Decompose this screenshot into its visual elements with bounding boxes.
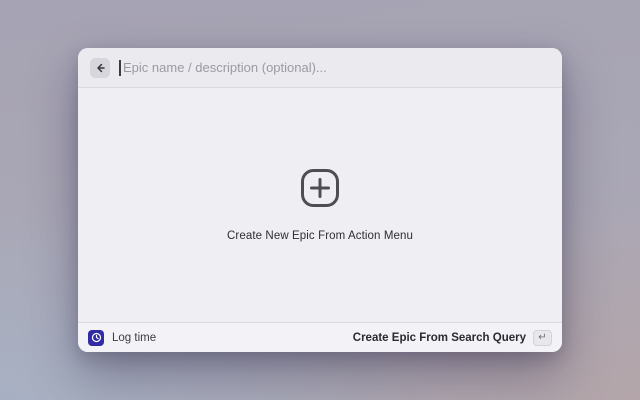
dialog-header — [78, 48, 562, 88]
dialog-footer: Log time Create Epic From Search Query ↵ — [78, 322, 562, 352]
back-button[interactable] — [90, 58, 110, 78]
epic-name-input-wrap — [119, 60, 550, 75]
dialog-body: Create New Epic From Action Menu — [78, 88, 562, 322]
enter-key-icon: ↵ — [533, 330, 552, 346]
arrow-left-icon — [94, 62, 106, 74]
empty-state-label: Create New Epic From Action Menu — [227, 230, 413, 242]
log-time-action[interactable]: Log time — [88, 330, 156, 346]
clock-icon — [88, 330, 104, 346]
text-caret — [119, 60, 121, 76]
create-epic-dialog: Create New Epic From Action Menu Log tim… — [78, 48, 562, 352]
create-epic-from-search-query-action[interactable]: Create Epic From Search Query ↵ — [353, 330, 552, 346]
plus-squircle-icon — [300, 168, 340, 213]
create-epic-from-search-query-label: Create Epic From Search Query — [353, 332, 526, 344]
log-time-label: Log time — [112, 332, 156, 344]
epic-name-input[interactable] — [119, 60, 550, 75]
